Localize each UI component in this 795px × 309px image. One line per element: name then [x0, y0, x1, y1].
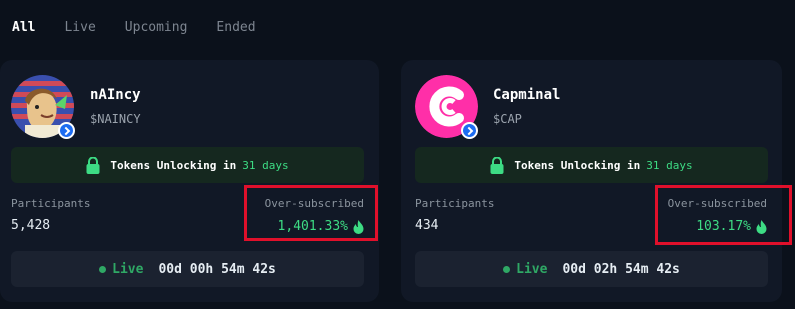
unlock-banner: Tokens Unlocking in 31 days — [11, 147, 364, 183]
participants-label: Participants — [11, 197, 91, 210]
project-ticker: $CAP — [493, 112, 522, 126]
project-card-naincy[interactable]: nAIncy $NAINCY Tokens Unlocking in 31 da… — [0, 60, 379, 302]
highlight-box — [244, 185, 378, 241]
tab-upcoming[interactable]: Upcoming — [125, 20, 188, 35]
verified-badge-icon — [461, 122, 478, 139]
unlock-banner: Tokens Unlocking in 31 days — [415, 147, 768, 183]
live-status: Live — [516, 261, 548, 277]
project-name: nAIncy — [90, 87, 141, 103]
participants-label: Participants — [415, 197, 495, 210]
tab-ended[interactable]: Ended — [216, 20, 255, 35]
live-status: Live — [112, 261, 144, 277]
filter-tabs: All Live Upcoming Ended — [12, 20, 285, 35]
project-card-capminal[interactable]: Capminal $CAP Tokens Unlocking in 31 day… — [401, 60, 792, 302]
lock-icon — [86, 156, 100, 174]
live-dot-icon — [503, 265, 511, 273]
participants-value: 5,428 — [11, 218, 51, 233]
project-name: Capminal — [493, 87, 561, 103]
lock-icon — [490, 156, 504, 174]
countdown-timer: 00d 02h 54m 42s — [562, 261, 680, 277]
unlock-label: Tokens Unlocking in — [514, 158, 641, 172]
unlock-days: 31 days — [242, 158, 289, 172]
unlock-label: Tokens Unlocking in — [110, 158, 237, 172]
live-dot-icon — [99, 265, 107, 273]
highlight-box — [655, 185, 792, 245]
tab-all[interactable]: All — [12, 20, 35, 35]
tab-live[interactable]: Live — [64, 20, 95, 35]
live-countdown-bar: Live 00d 02h 54m 42s — [415, 251, 768, 287]
unlock-days: 31 days — [646, 158, 693, 172]
live-countdown-bar: Live 00d 00h 54m 42s — [11, 251, 364, 287]
participants-value: 434 — [415, 218, 439, 233]
countdown-timer: 00d 00h 54m 42s — [158, 261, 276, 277]
verified-badge-icon — [58, 122, 75, 139]
project-ticker: $NAINCY — [90, 112, 141, 126]
